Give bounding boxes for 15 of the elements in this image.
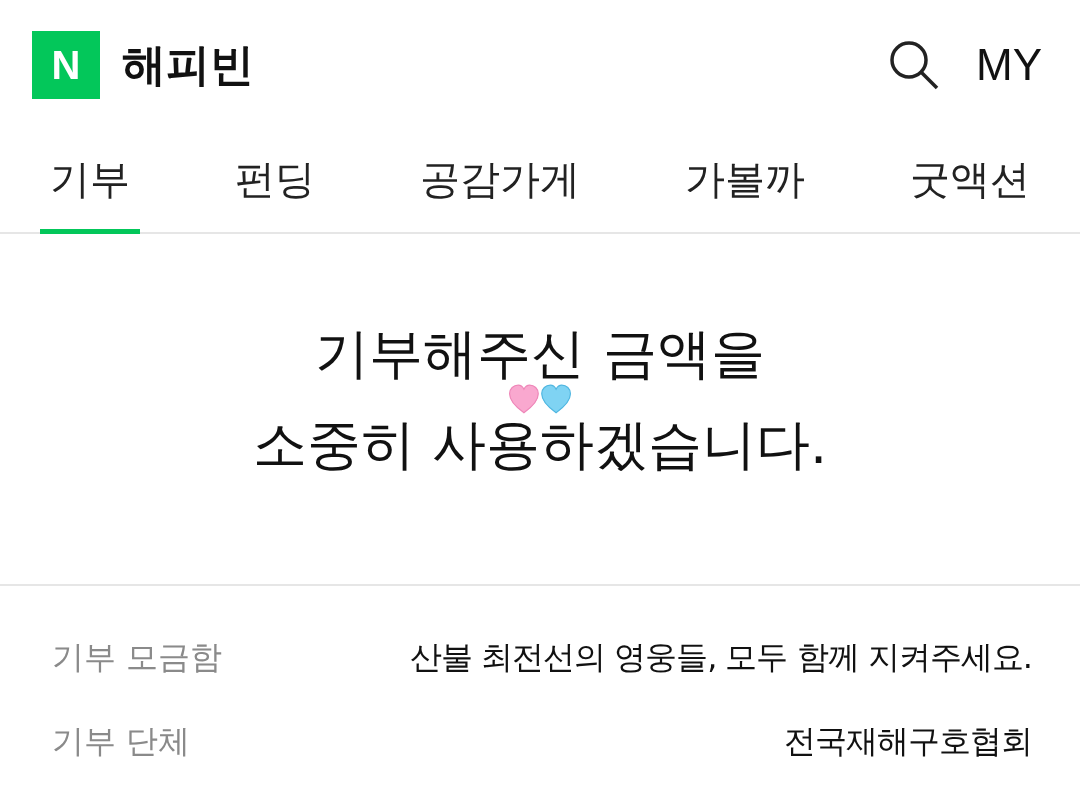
nav-tab[interactable]: 기부	[40, 130, 140, 234]
thank-you-message: 소중히 사용하겠습니다.	[252, 416, 828, 473]
detail-value: 산불 최전선의 영웅들, 모두 함께 지켜주세요.	[409, 637, 1032, 678]
nav-tab[interactable]: 펀딩	[225, 130, 325, 234]
nav-tab[interactable]: 가볼까	[675, 130, 815, 234]
thank-you-message: 기부해주신 금액을	[315, 325, 765, 382]
detail-value: 전국재해구호협회	[784, 721, 1032, 762]
hearts-icon	[508, 383, 572, 415]
nav-tab[interactable]: 공감가게	[410, 130, 590, 234]
app-title: 해피빈	[122, 37, 255, 92]
nav-tab[interactable]: 굿액션	[900, 130, 1040, 234]
my-link[interactable]: MY	[976, 40, 1042, 90]
detail-label: 기부 단체	[52, 721, 191, 762]
detail-label: 기부 모금함	[52, 637, 223, 678]
search-icon[interactable]	[888, 39, 940, 91]
